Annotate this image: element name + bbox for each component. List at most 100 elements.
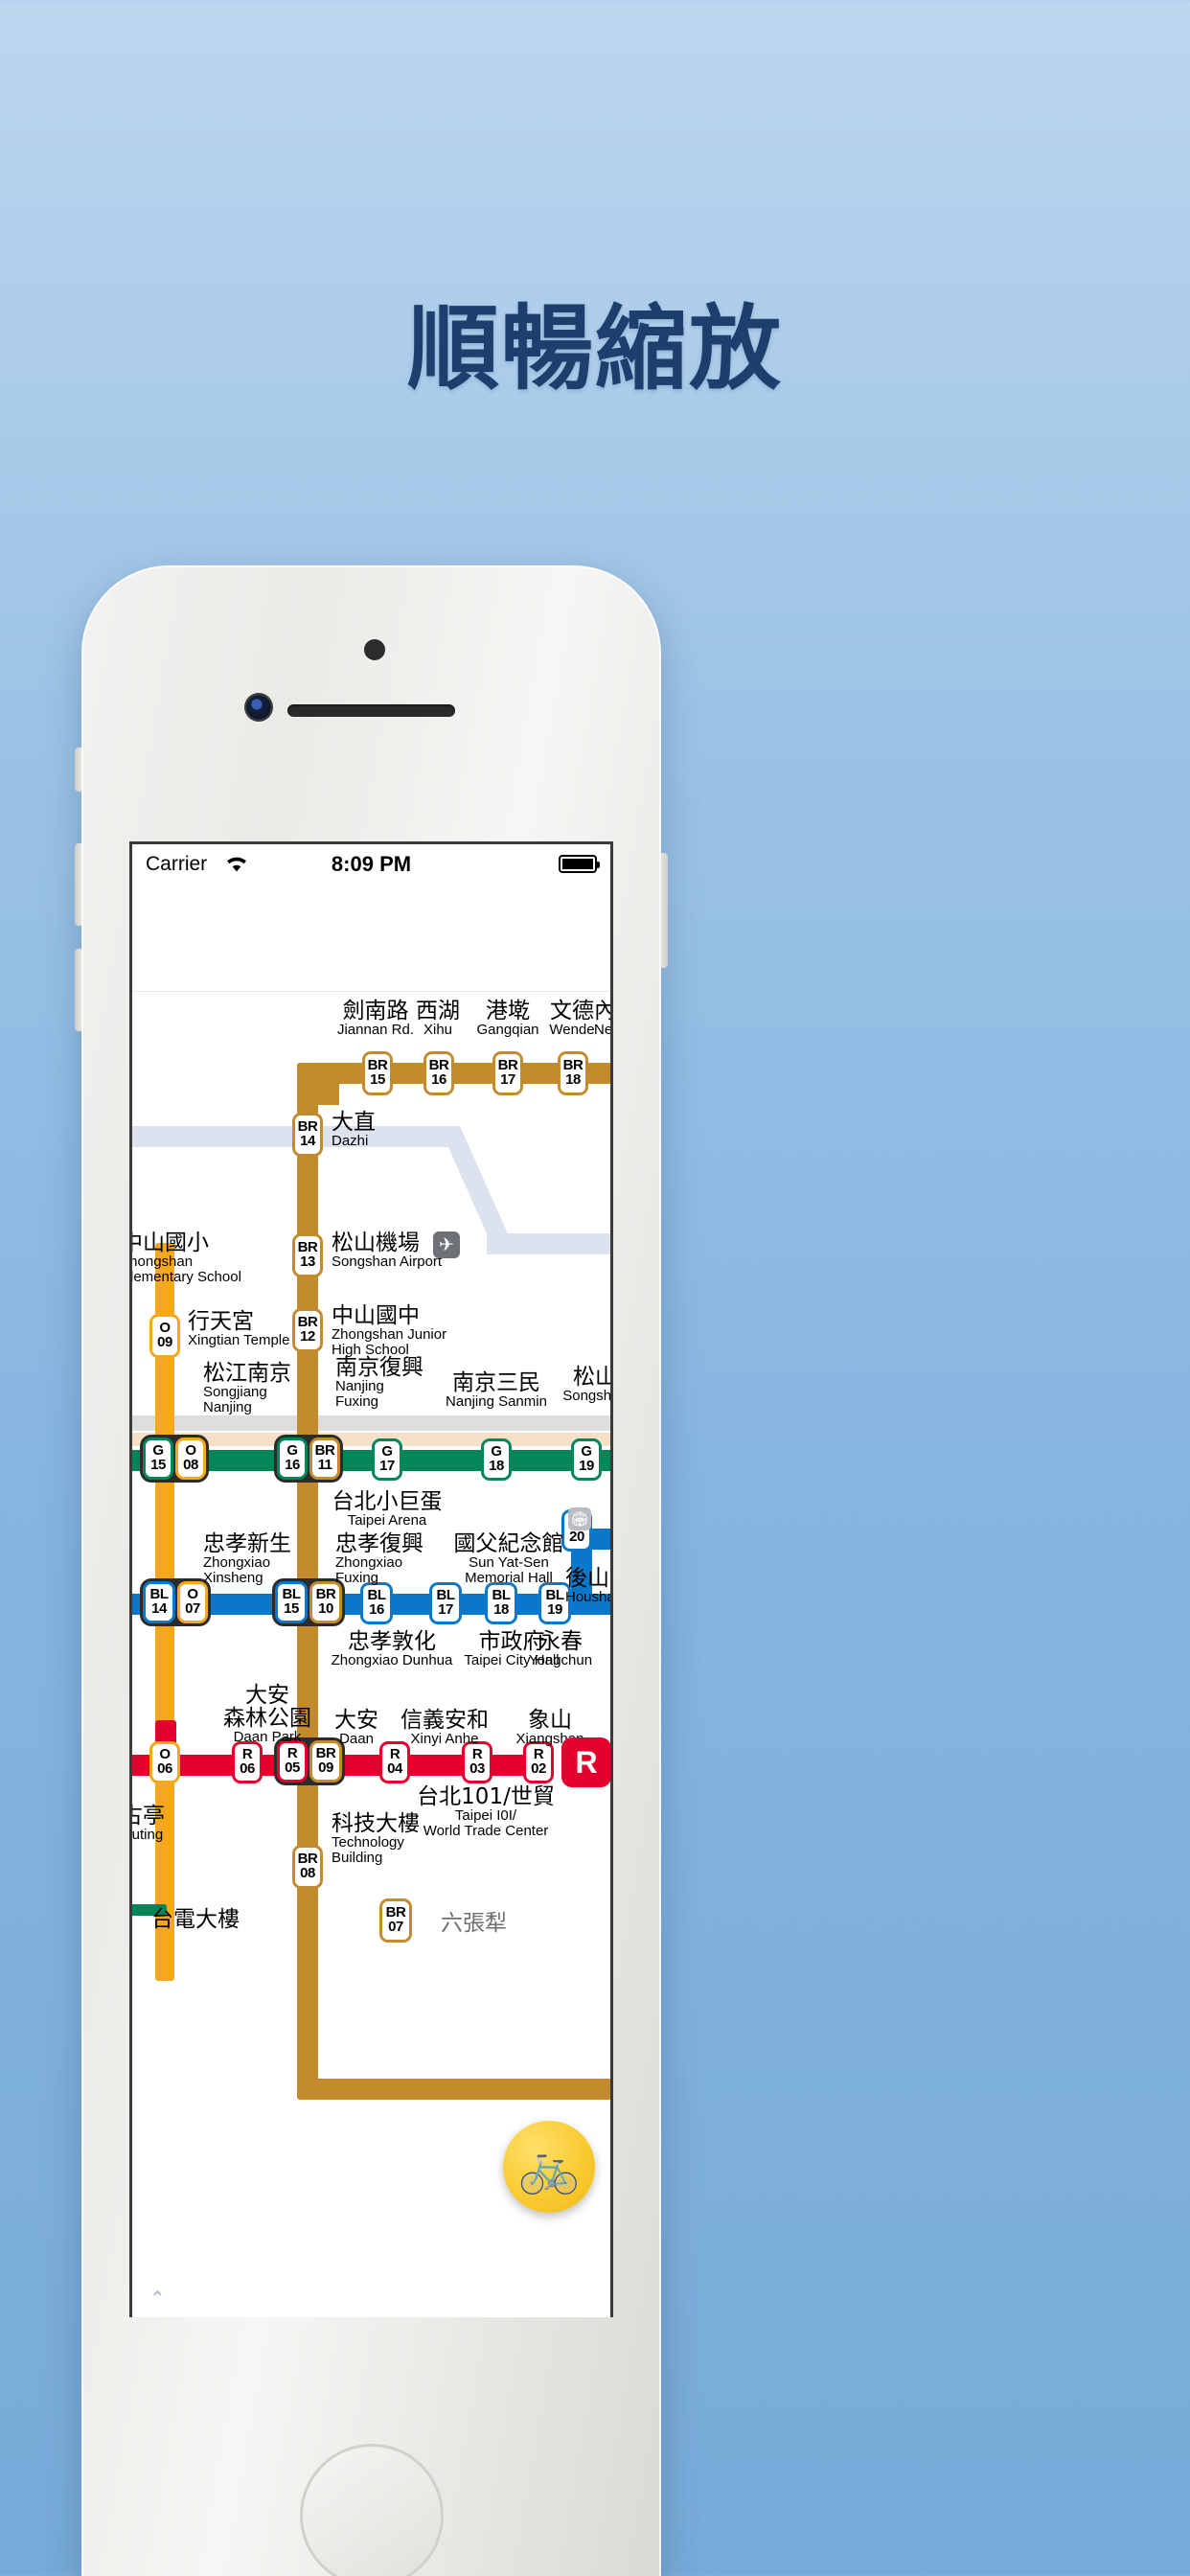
station-node-br18[interactable]: BR 18: [558, 1051, 588, 1095]
station-number: 07: [185, 1600, 200, 1617]
station-node-bl14[interactable]: BL 14: [143, 1581, 175, 1623]
chevron-up-icon[interactable]: ⌃: [149, 2287, 166, 2311]
station-node-g16[interactable]: G 16: [277, 1438, 308, 1480]
station-code: R: [471, 1746, 483, 1762]
station-label-zhongshan-jhs: 中山國中 Zhongshan Junior High School: [332, 1304, 456, 1358]
station-node-br16[interactable]: BR 16: [423, 1051, 454, 1095]
station-label-songjiang-nanjing: 松江南京 Songjiang Songjiang Nanjing Nanjing: [203, 1362, 291, 1415]
volume-down-button[interactable]: [75, 949, 83, 1031]
station-code: O: [159, 1746, 171, 1762]
station-number: 06: [240, 1760, 255, 1777]
transfer-node-songjiang-nanjing[interactable]: G 15 O 08: [140, 1435, 209, 1483]
station-number: 19: [579, 1458, 594, 1474]
station-number: 04: [387, 1760, 402, 1777]
station-number: 15: [150, 1457, 166, 1473]
station-number: 18: [493, 1601, 509, 1618]
station-node-br13[interactable]: BR 13: [292, 1233, 323, 1277]
station-number: 15: [370, 1071, 385, 1088]
station-number: 12: [300, 1328, 315, 1345]
station-node-br11[interactable]: BR 11: [309, 1438, 340, 1480]
station-label-en: Taipei I0I/: [454, 1807, 517, 1825]
station-label-zh-line1: 大安: [245, 1683, 289, 1708]
airport-icon: ✈: [433, 1231, 460, 1258]
volume-up-button[interactable]: [75, 843, 83, 926]
clock-label: 8:09 PM: [331, 852, 412, 876]
station-code: BR: [315, 1586, 336, 1602]
station-label-en: Zhongxiao Dunhua: [331, 1652, 453, 1669]
station-node-g19[interactable]: G 19: [571, 1438, 602, 1481]
station-code: R: [533, 1746, 544, 1762]
station-node-br12[interactable]: BR 12: [292, 1308, 323, 1352]
earpiece-speaker: [287, 704, 455, 717]
red-line-terminus-badge[interactable]: R: [561, 1737, 610, 1787]
station-node-br08[interactable]: BR 08: [292, 1845, 323, 1889]
station-label-en: Technology: [332, 1834, 404, 1852]
station-node-r03[interactable]: R 03: [462, 1741, 492, 1783]
station-code: BR: [297, 1118, 318, 1135]
railway-line: [132, 1415, 610, 1431]
station-code: O: [159, 1320, 171, 1336]
station-node-o07[interactable]: O 07: [177, 1581, 208, 1623]
station-label-en-line2: World Trade Center: [423, 1822, 549, 1839]
home-button[interactable]: [299, 2444, 444, 2576]
station-node-r04[interactable]: R 04: [379, 1741, 410, 1783]
bike-share-button[interactable]: 🚲: [503, 2121, 595, 2213]
station-code: G: [491, 1443, 502, 1460]
station-node-br15[interactable]: BR 15: [362, 1051, 393, 1095]
station-label-xinyi-anhe: 信義安和 Xinyi Anhe: [387, 1709, 502, 1747]
brown-line-bottom-run: [297, 2079, 610, 2100]
station-label-zh: 忠孝敦化: [348, 1629, 436, 1654]
station-label-zh: 古亭: [132, 1804, 165, 1828]
transfer-node-zhongxiao-xinsheng[interactable]: BL 14 O 07: [140, 1578, 211, 1626]
station-label-yongchun: 永春 Yongchun: [519, 1630, 602, 1668]
station-node-br07[interactable]: BR 07: [379, 1898, 412, 1943]
station-code: BR: [428, 1057, 449, 1073]
station-label-zh: 內湖: [594, 1000, 610, 1023]
station-label-zh: 台北小巨蛋: [332, 1489, 443, 1514]
station-code: BR: [314, 1442, 335, 1459]
station-node-g15[interactable]: G 15: [143, 1438, 173, 1480]
station-node-r05[interactable]: R 05: [277, 1740, 308, 1782]
metro-map-canvas[interactable]: 劍南路 Jiannan Rd. 西湖 Xihu 港墘 Gangqian 文德 W…: [132, 992, 613, 2317]
station-node-br10[interactable]: BR 10: [309, 1581, 342, 1623]
station-label-en: Zhongshan Junior High School: [332, 1326, 447, 1358]
station-node-o09[interactable]: O 09: [149, 1314, 180, 1358]
station-number: 03: [469, 1760, 485, 1777]
station-number: 11: [317, 1457, 332, 1473]
power-button[interactable]: [659, 853, 668, 968]
station-node-g17[interactable]: G 17: [372, 1438, 402, 1481]
station-node-r06[interactable]: R 06: [232, 1741, 263, 1783]
station-node-bl18[interactable]: BL 18: [485, 1582, 517, 1624]
station-code: BR: [562, 1057, 584, 1073]
station-node-bl17[interactable]: BL 17: [429, 1582, 462, 1624]
station-label-neihu: 內湖 Neihu: [594, 1000, 610, 1038]
station-node-bl15[interactable]: BL 15: [275, 1581, 308, 1623]
station-label-dazhi: 大直 Dazhi: [332, 1111, 376, 1149]
station-node-o06[interactable]: O 06: [149, 1741, 180, 1783]
station-label-zh: 南京三民: [452, 1370, 540, 1395]
station-label-en: Guting: [132, 1827, 164, 1844]
station-label-zh: 科技大樓: [332, 1811, 420, 1836]
station-node-bl16[interactable]: BL 16: [360, 1582, 393, 1624]
station-label-en: Xinyi Anhe: [410, 1731, 479, 1748]
phone-screen: Carrier 8:09 PM 劍南路 Jiannan Rd. 西湖 Xihu …: [129, 841, 613, 2317]
station-label-en: Songjiang: [203, 1384, 267, 1401]
station-node-o08[interactable]: O 08: [175, 1438, 206, 1480]
station-number: 14: [300, 1133, 315, 1149]
page-title: 順暢縮放: [407, 295, 783, 402]
arena-icon: 🏟: [568, 1507, 591, 1530]
station-number: 08: [300, 1865, 315, 1881]
station-label-en-line2: Fuxing: [335, 1569, 379, 1586]
station-node-br17[interactable]: BR 17: [492, 1051, 523, 1095]
station-node-r02[interactable]: R 02: [523, 1741, 554, 1783]
station-label-zh: 六張犁: [441, 1911, 507, 1936]
station-code: R: [241, 1746, 253, 1762]
station-label-zh: 松山: [573, 1365, 613, 1390]
station-number: 06: [157, 1760, 172, 1777]
station-node-g18[interactable]: G 18: [481, 1438, 512, 1481]
station-node-br14[interactable]: BR 14: [292, 1113, 323, 1157]
silent-switch[interactable]: [75, 748, 83, 792]
station-label-zhongshan-es: 中山國小 Zhongshan Elementary School: [132, 1231, 264, 1285]
transfer-node-nanjing-fuxing[interactable]: G 16 BR 11: [274, 1435, 343, 1483]
station-label-zh: 後山埤: [565, 1566, 610, 1591]
